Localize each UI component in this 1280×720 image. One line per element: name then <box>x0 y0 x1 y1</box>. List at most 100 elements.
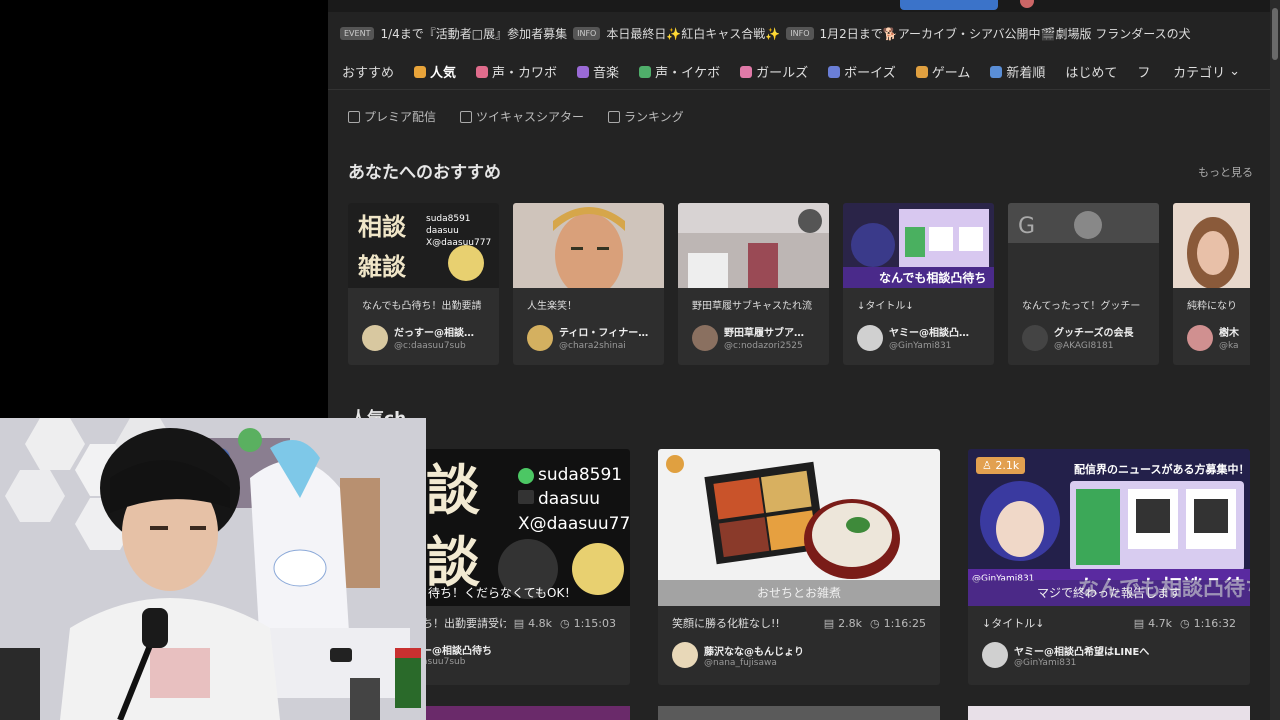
ticker-tag: INFO <box>786 26 814 40</box>
person-icon: ♙ <box>982 459 996 472</box>
tab-osusume[interactable]: おすすめ <box>342 54 394 89</box>
clock-icon: ◷ <box>869 616 880 630</box>
tab-boys[interactable]: ボーイズ <box>828 54 896 89</box>
popular-list: 談 談 suda8591 daasuu X@daasuu777 待ち！くだらなく… <box>348 449 1250 689</box>
streamer-name: ー@相談凸待ち <box>422 646 492 657</box>
stream-title: 人生楽笑！ <box>527 301 577 312</box>
streamer-name: 藤沢なな@もんじょり <box>704 646 804 658</box>
next-row-peek <box>328 706 1280 720</box>
streamer[interactable]: ヤミー@相談凸希望はLINEへ @GinYami831 <box>982 642 1149 668</box>
comment-icon: ▤ <box>1133 616 1145 630</box>
stream-thumbnail: 相談 雑談 suda8591 daasuu X@daasuu777 <box>348 203 499 288</box>
scrollbar[interactable] <box>1270 0 1280 720</box>
ticker-text[interactable]: 1月2日まで🐕アーカイブ・シアバ公開中🎬劇場版 フランダースの犬 <box>820 25 1191 42</box>
category-dropdown[interactable]: カテゴリ ⌄ <box>1173 62 1240 81</box>
card-peek <box>968 706 1250 720</box>
news-ticker[interactable]: EVENT 1/4まで『活動者□展』参加者募集 INFO 本日最終日✨紅白キャス… <box>328 20 1270 46</box>
streamer[interactable]: ー@相談凸待ち asuu7sub <box>422 642 492 667</box>
site-header <box>328 0 1280 12</box>
tab-more[interactable]: フ <box>1137 54 1150 89</box>
stream-title: なんてったって！グッチー <box>1022 301 1141 312</box>
tab-girls[interactable]: ガールズ <box>740 54 808 89</box>
duration: 1:16:32 <box>1193 616 1236 630</box>
stream-thumbnail <box>1173 203 1250 289</box>
tab-new[interactable]: 新着順 <box>990 54 1045 89</box>
crown-icon <box>608 110 621 123</box>
streamer[interactable]: ヤミー@相談凸… @GinYami831 <box>843 312 994 351</box>
tab-game[interactable]: ゲーム <box>915 54 970 89</box>
thumb-text: X@daasuu777 <box>518 514 630 534</box>
svg-text:daasuu: daasuu <box>426 226 459 236</box>
avatar <box>1187 324 1213 351</box>
svg-text:雑談: 雑談 <box>357 253 407 281</box>
streamer-id: @c:nodazori2525 <box>724 341 803 351</box>
premier-icon <box>348 110 360 123</box>
more-link[interactable]: もっと見る <box>1198 164 1253 180</box>
thumb-text: suda8591 <box>538 465 622 485</box>
webcam-overlay <box>0 418 426 720</box>
recommended-card[interactable]: 相談 雑談 suda8591 daasuu X@daasuu777 なんでも凸待ち！出勤… <box>348 203 499 365</box>
duration: 1:16:25 <box>883 616 926 630</box>
twitcasting-page: EVENT 1/4まで『活動者□展』参加者募集 INFO 本日最終日✨紅白キャス… <box>328 0 1280 720</box>
clock-icon: ◷ <box>1179 616 1190 630</box>
thumb-text: daasuu <box>538 489 600 509</box>
avatar <box>527 324 553 351</box>
ticker-text[interactable]: 本日最終日✨紅白キャス合戦✨ <box>606 25 780 42</box>
stream-meta: 笑顔に勝る化粧なし!! ▤ 2.8k ◷ 1:16:25 <box>672 615 926 631</box>
tab-kawaii-voice[interactable]: 声・カワボ <box>476 54 557 89</box>
stream-title: 純粋になり <box>1187 301 1237 312</box>
stream-thumbnail <box>513 203 664 297</box>
view-count: 4.7k <box>1148 616 1172 630</box>
stream-title: なんでも凸待ち！出勤要請 <box>362 301 482 312</box>
avatar <box>1022 324 1048 351</box>
recommended-card[interactable]: なんでも相談凸待ち ↓タイトル↓ ヤミー@相談凸… @GinYami831 <box>843 203 994 365</box>
ticker-tag: EVENT <box>340 26 375 40</box>
ticker-tag: INFO <box>573 26 601 40</box>
voice-icon <box>639 65 652 78</box>
girl-icon <box>740 65 753 78</box>
svg-text:なんでも相談凸待ち: なんでも相談凸待ち <box>879 270 986 285</box>
streamer[interactable]: 樹木 @ka <box>1173 312 1250 351</box>
streamer-id: @chara2shinai <box>559 341 626 351</box>
tab-first-time[interactable]: はじめて <box>1065 54 1117 89</box>
streamer[interactable]: 野田草履サブア… @c:nodazori2525 <box>678 312 829 351</box>
game-icon <box>915 65 928 78</box>
streamer[interactable]: ティロ・フィナー… @chara2shinai <box>513 312 664 351</box>
popular-card[interactable]: 配信界のニュースがある方募集中！ なんでも相談凸待ち @GinYami831 <box>968 449 1250 685</box>
tab-music[interactable]: 音楽 <box>577 54 619 89</box>
ticker-text[interactable]: 1/4まで『活動者□展』参加者募集 <box>380 25 567 42</box>
recommended-card[interactable]: G なんてったって！グッチー グッチーズの会長 @AKAGI8181 <box>1008 203 1159 365</box>
card-peek <box>426 706 630 720</box>
stream-thumbnail <box>678 203 829 288</box>
tab-popular[interactable]: 人気 <box>414 54 457 89</box>
theater-link[interactable]: ツイキャスシアター <box>460 108 584 125</box>
streamer-id: @GinYami831 <box>889 341 952 351</box>
user-avatar[interactable] <box>1020 0 1034 8</box>
section-title: あなたへのおすすめ <box>348 163 501 183</box>
popular-card[interactable]: おせちとお雑煮 笑顔に勝る化粧なし!! ▤ 2.8k ◷ 1:16:25 藤沢なな@… <box>658 449 940 685</box>
thumbnail-caption: マジで終わった報告します <box>968 580 1250 606</box>
stream-title: ↓タイトル↓ <box>982 617 1045 630</box>
new-icon <box>990 65 1003 78</box>
streamer-id: @c:daasuu7sub <box>394 341 466 351</box>
streamer[interactable]: 藤沢なな@もんじょり @nana_fujisawa <box>672 642 804 668</box>
ranking-link[interactable]: ランキング <box>608 108 684 125</box>
viewer-count-badge: ♙ 2.1k <box>976 457 1026 474</box>
premier-link[interactable]: プレミア配信 <box>348 108 436 125</box>
streamer[interactable]: グッチーズの会長 @AKAGI8181 <box>1008 312 1159 351</box>
stream-title: 野田草履サブキャスたれ流 <box>692 301 812 312</box>
recommended-card[interactable]: 純粋になり 樹木 @ka <box>1173 203 1250 365</box>
comment-icon: ▤ <box>823 616 835 630</box>
recommended-card[interactable]: 人生楽笑！ ティロ・フィナー… @chara2shinai <box>513 203 664 365</box>
tab-ikemen-voice[interactable]: 声・イケボ <box>639 54 720 89</box>
svg-text:X@daasuu777: X@daasuu777 <box>426 238 491 248</box>
thumbnail-caption: おせちとお雑煮 <box>658 580 940 606</box>
recommended-card[interactable]: 野田草履サブキャスたれ流 野田草履サブア… @c:nodazori2525 <box>678 203 829 365</box>
scrollbar-thumb[interactable] <box>1272 8 1278 60</box>
broadcast-button[interactable] <box>900 0 998 10</box>
site-logo[interactable] <box>398 0 488 6</box>
chevron-down-icon: ⌄ <box>1229 64 1240 79</box>
music-note-icon <box>577 65 590 78</box>
streamer[interactable]: だっすー@相談… @c:daasuu7sub <box>348 312 499 351</box>
boy-icon <box>828 65 841 78</box>
